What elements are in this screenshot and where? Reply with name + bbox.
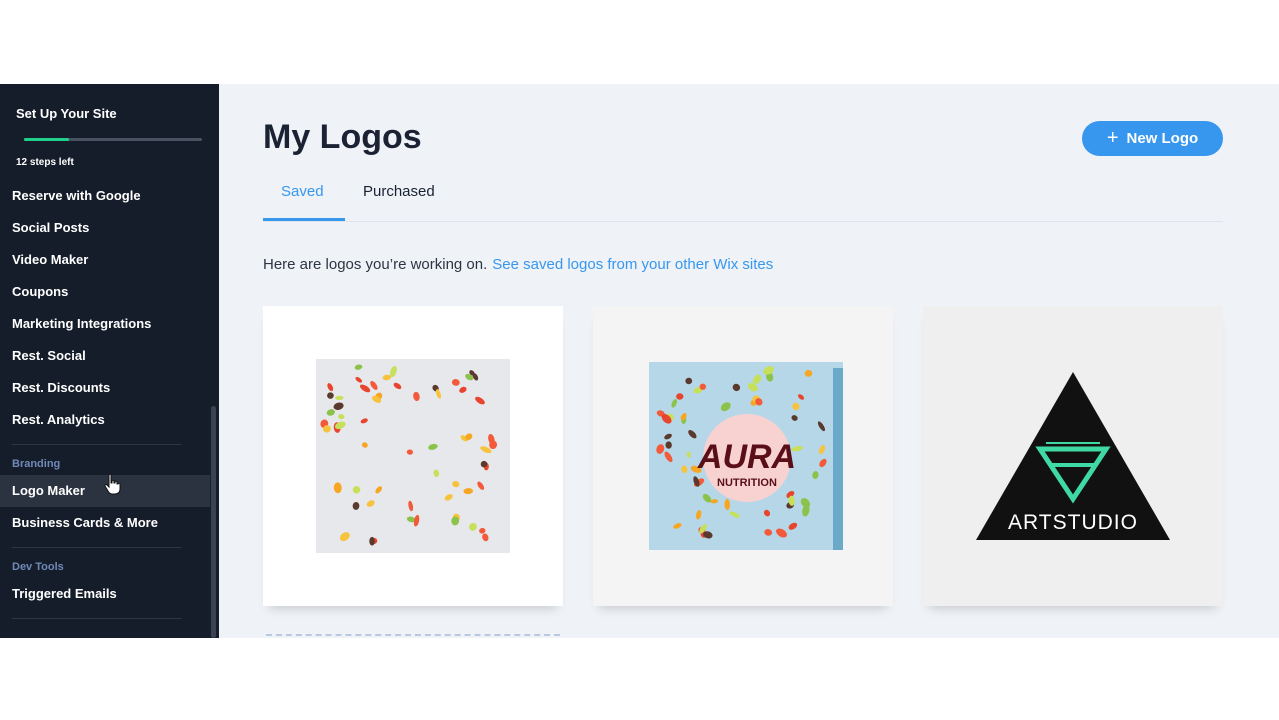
sidebar-item-reserve-with-google[interactable]: Reserve with Google (0, 180, 210, 212)
setup-progress-fill (24, 138, 69, 141)
add-logo-placeholder-outline (266, 634, 560, 638)
sidebar-item-rest-social[interactable]: Rest. Social (0, 340, 210, 372)
sidebar-item-rest-analytics[interactable]: Rest. Analytics (0, 404, 210, 436)
intro-text: Here are logos you’re working on. (263, 256, 488, 273)
sidebar-nav: Reserve with Google Social Posts Video M… (0, 180, 210, 627)
sidebar-item-label: Logo Maker (12, 483, 85, 498)
section-label-branding: Branding (12, 458, 61, 470)
fruit-pattern-logo (316, 359, 510, 553)
intro-text-row: Here are logos you’re working on. See sav… (263, 256, 773, 273)
sidebar-scrollbar[interactable] (211, 406, 216, 638)
plus-icon: + (1106, 127, 1119, 149)
sidebar-item-marketing-integrations[interactable]: Marketing Integrations (0, 308, 210, 340)
sidebar-divider (12, 547, 182, 548)
artstudio-text: ARTSTUDIO (1008, 511, 1138, 534)
steps-left-text: 12 steps left (16, 157, 74, 168)
nutrition-text: NUTRITION (717, 477, 777, 489)
sidebar-item-logo-maker[interactable]: Logo Maker (0, 473, 210, 507)
logo-tabs: Saved Purchased (263, 177, 1223, 222)
sidebar-divider (12, 618, 182, 619)
section-label-dev-tools: Dev Tools (12, 561, 64, 573)
new-logo-button[interactable]: + New Logo (1082, 121, 1223, 156)
hand-cursor-icon (104, 473, 121, 495)
sidebar-item-business-cards[interactable]: Business Cards & More (0, 507, 210, 539)
artstudio-logo: ARTSTUDIO (976, 372, 1170, 540)
sidebar: Set Up Your Site 12 steps left Reserve w… (0, 84, 219, 638)
page-title: My Logos (263, 118, 422, 156)
logo-card-artstudio[interactable]: ARTSTUDIO (923, 306, 1223, 606)
sidebar-item-social-posts[interactable]: Social Posts (0, 212, 210, 244)
active-tab-indicator (263, 218, 345, 221)
aura-text: AURA (697, 438, 796, 476)
main-content: My Logos + New Logo Saved Purchased Here … (219, 84, 1279, 638)
other-sites-link[interactable]: See saved logos from your other Wix site… (492, 256, 773, 273)
sidebar-item-video-maker[interactable]: Video Maker (0, 244, 210, 276)
sidebar-item-triggered-emails[interactable]: Triggered Emails (0, 578, 210, 610)
tab-purchased[interactable]: Purchased (363, 183, 435, 200)
sidebar-item-rest-discounts[interactable]: Rest. Discounts (0, 372, 210, 404)
aura-nutrition-logo: AURA NUTRITION (649, 362, 843, 550)
app-window: Set Up Your Site 12 steps left Reserve w… (0, 84, 1279, 638)
setup-site-title[interactable]: Set Up Your Site (16, 106, 117, 121)
logo-card-aura-nutrition[interactable]: AURA NUTRITION (593, 306, 893, 606)
logo-card-fruit-pattern[interactable] (263, 306, 563, 606)
new-logo-label: New Logo (1126, 130, 1199, 147)
setup-progress-bar (24, 138, 202, 141)
tab-saved[interactable]: Saved (281, 183, 324, 200)
sidebar-divider (12, 444, 182, 445)
sidebar-item-coupons[interactable]: Coupons (0, 276, 210, 308)
